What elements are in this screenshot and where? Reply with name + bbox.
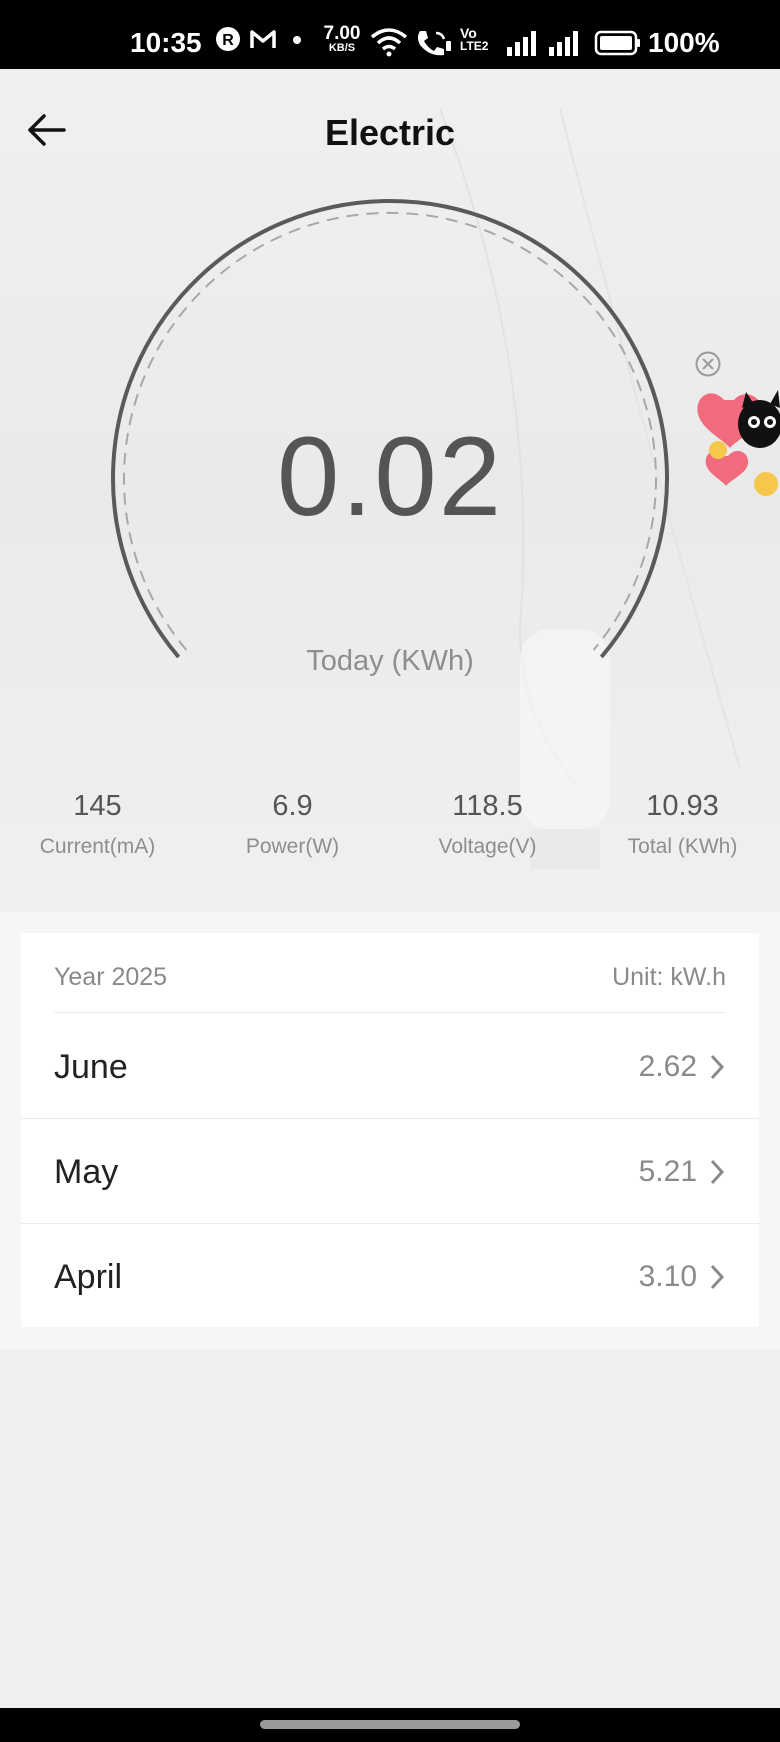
month-value: 5.21 xyxy=(638,1155,697,1188)
system-navigation-bar xyxy=(0,1708,780,1742)
battery-percentage: 100% xyxy=(648,27,720,58)
metric-voltage: 118.5 Voltage(V) xyxy=(390,790,585,859)
signal-sim2-icon xyxy=(549,31,578,56)
year-label: Year 2025 xyxy=(54,963,168,991)
metric-power: 6.9 Power(W) xyxy=(195,790,390,859)
status-time: 10:35 xyxy=(130,27,202,58)
month-label: April xyxy=(54,1258,123,1296)
notification-dot-icon xyxy=(293,36,301,44)
metric-label: Current(mA) xyxy=(39,835,156,858)
metric-value: 10.93 xyxy=(646,790,719,822)
month-row-april[interactable]: April 3.10 xyxy=(21,1224,759,1329)
history-section: Year 2025 Unit: kW.h June 2.62 May 5.21 … xyxy=(0,912,780,1349)
status-bar: 10:35 R 7.00 KB/S Vo LTE2 100% xyxy=(0,0,780,69)
metric-value: 6.9 xyxy=(272,790,313,822)
home-gesture-handle[interactable] xyxy=(260,1720,520,1729)
close-promo-icon[interactable] xyxy=(694,350,722,378)
metric-current: 145 Current(mA) xyxy=(0,790,195,859)
gmail-icon xyxy=(250,30,276,48)
month-label: May xyxy=(54,1153,119,1191)
chevron-right-icon xyxy=(710,1054,725,1080)
network-speed: 7.00 KB/S xyxy=(323,23,361,54)
lower-background xyxy=(0,1349,780,1708)
today-energy-label: Today (KWh) xyxy=(306,645,474,677)
chevron-right-icon xyxy=(710,1159,725,1185)
month-value: 2.62 xyxy=(638,1050,697,1083)
history-header: Year 2025 Unit: kW.h xyxy=(54,963,726,1013)
month-row-may[interactable]: May 5.21 xyxy=(21,1119,759,1224)
r-app-icon: R xyxy=(216,27,240,51)
chevron-right-icon xyxy=(710,1264,725,1290)
battery-icon xyxy=(594,30,640,56)
wifi-icon xyxy=(370,28,408,57)
today-energy-value: 0.02 xyxy=(277,414,503,539)
month-value: 3.10 xyxy=(638,1260,697,1293)
cat-hearts-promo-icon[interactable] xyxy=(694,378,780,510)
unit-label: Unit: kW.h xyxy=(612,963,726,991)
signal-sim1-icon xyxy=(507,31,536,56)
metric-label: Power(W) xyxy=(245,835,340,858)
metric-label: Voltage(V) xyxy=(438,835,537,858)
metric-label: Total (KWh) xyxy=(627,835,738,858)
volte-indicator: Vo LTE2 xyxy=(460,25,489,53)
svg-text:R: R xyxy=(222,32,234,49)
metric-total: 10.93 Total (KWh) xyxy=(585,790,780,859)
month-label: June xyxy=(54,1048,128,1086)
metric-value: 145 xyxy=(73,790,122,822)
month-row-june[interactable]: June 2.62 xyxy=(21,1014,759,1119)
monthly-history-card: Year 2025 Unit: kW.h June 2.62 May 5.21 … xyxy=(21,933,759,1327)
page-title: Electric xyxy=(324,112,456,153)
wifi-calling-icon xyxy=(418,31,451,56)
metrics-row: 145 Current(mA) 6.9 Power(W) 118.5 Volta… xyxy=(0,790,780,870)
metric-value: 118.5 xyxy=(452,790,523,822)
